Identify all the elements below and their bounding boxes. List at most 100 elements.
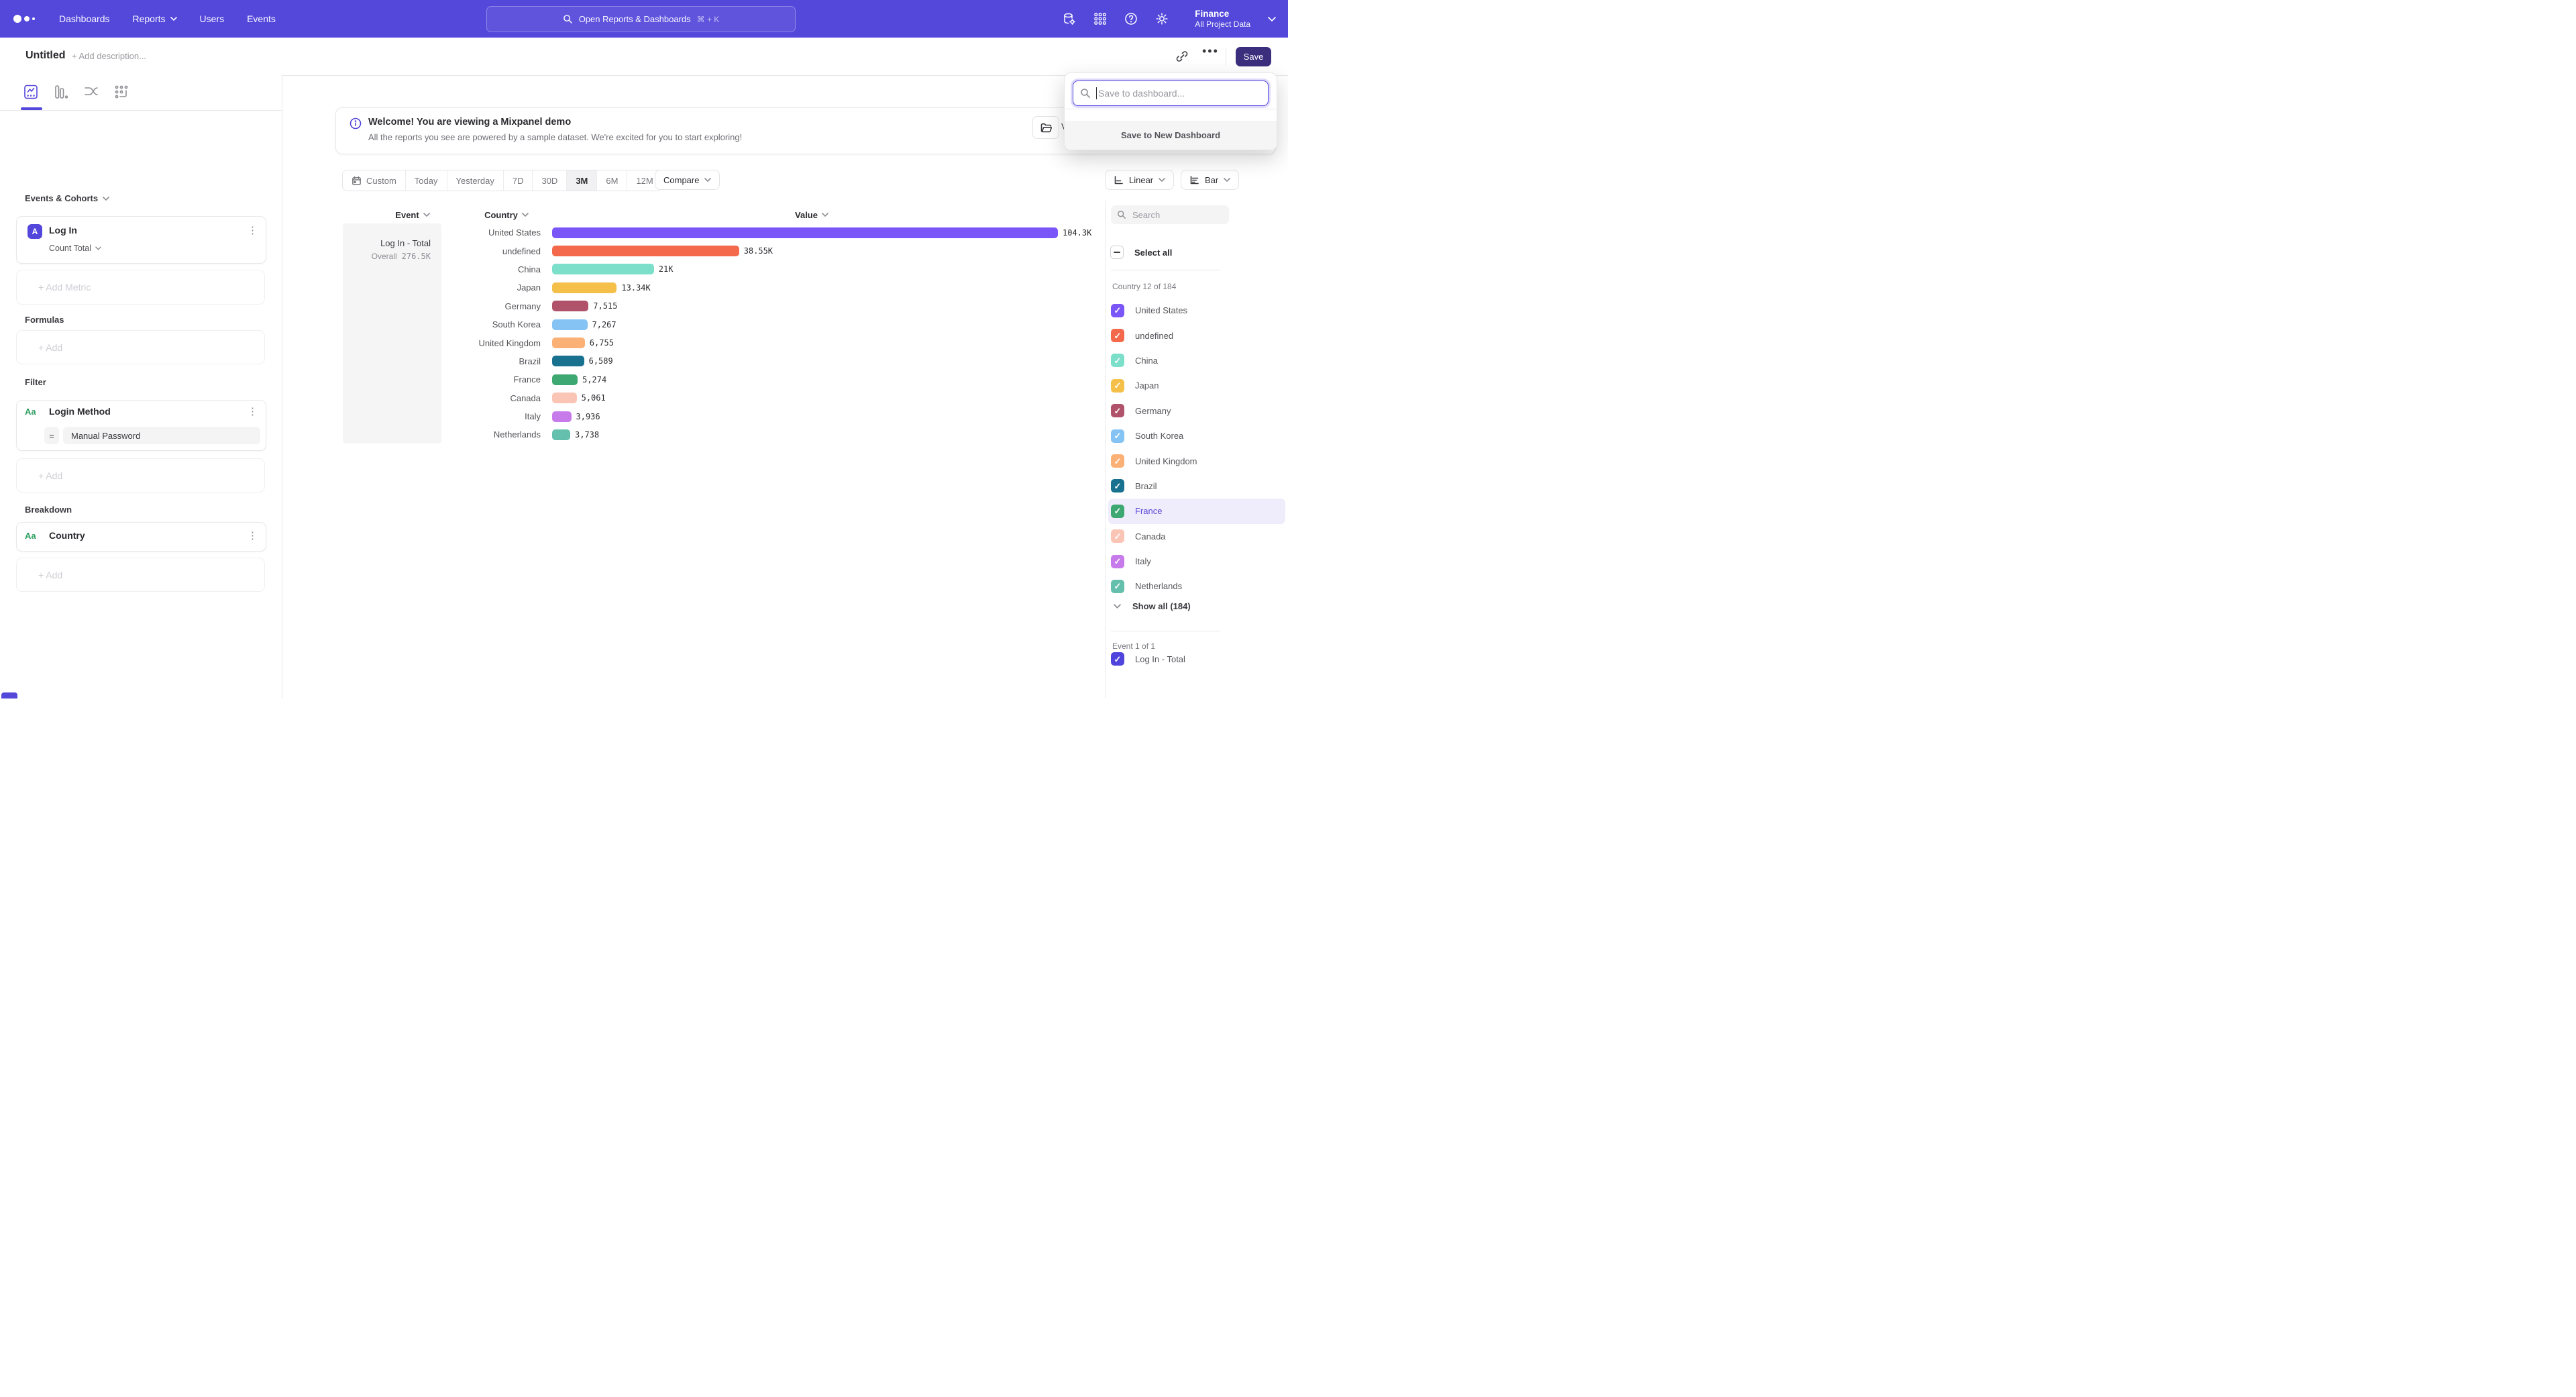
breakdown-card-country[interactable]: Aa Country ⋮	[16, 522, 266, 552]
country-checkbox[interactable]: ✓	[1111, 354, 1124, 367]
nav-item-label: Events	[247, 13, 276, 24]
country-checkbox[interactable]: ✓	[1111, 379, 1124, 393]
event-checkbox[interactable]: ✓	[1111, 652, 1124, 666]
metric-aggregation[interactable]: Count Total	[49, 244, 101, 253]
nav-item-dashboards[interactable]: Dashboards	[59, 13, 110, 24]
country-checkbox[interactable]: ✓	[1111, 329, 1124, 342]
country-legend-label: Netherlands	[1135, 581, 1182, 591]
add-filter-button[interactable]: + Add	[16, 458, 265, 493]
country-checkbox[interactable]: ✓	[1111, 479, 1124, 493]
country-checkbox[interactable]: ✓	[1111, 555, 1124, 568]
date-range-30d[interactable]: 30D	[532, 170, 566, 191]
nav-item-reports[interactable]: Reports	[133, 13, 177, 24]
copy-link-icon[interactable]	[1174, 48, 1190, 64]
project-selector[interactable]: Finance All Project Data	[1195, 8, 1276, 30]
add-metric-button[interactable]: + Add Metric	[16, 270, 265, 305]
bar[interactable]	[552, 246, 739, 256]
add-breakdown-button[interactable]: + Add	[16, 558, 265, 592]
column-header-country[interactable]: Country	[473, 209, 540, 221]
bar[interactable]	[552, 264, 654, 274]
date-range-yesterday[interactable]: Yesterday	[447, 170, 503, 191]
filter-operator-chip[interactable]: =	[44, 427, 59, 444]
country-legend-row[interactable]: ✓Japan	[1108, 373, 1285, 398]
country-checkbox[interactable]: ✓	[1111, 304, 1124, 317]
kebab-menu-icon[interactable]: ⋮	[248, 225, 258, 236]
date-range-today[interactable]: Today	[405, 170, 447, 191]
more-options-icon[interactable]: •••	[1202, 44, 1218, 60]
select-all-checkbox[interactable]	[1110, 246, 1124, 259]
chart-type-label: Bar	[1205, 175, 1218, 185]
bottom-left-widget[interactable]	[1, 692, 17, 698]
dashboard-search-input[interactable]: Save to dashboard...	[1073, 81, 1269, 106]
add-description-field[interactable]: + Add description...	[72, 51, 146, 61]
bar[interactable]	[552, 356, 584, 366]
country-legend-row[interactable]: ✓Italy	[1108, 549, 1285, 574]
bar[interactable]	[552, 429, 570, 440]
chart-type-button[interactable]: Bar	[1181, 170, 1239, 190]
legend-search-input[interactable]	[1111, 205, 1229, 224]
bar[interactable]	[552, 227, 1058, 238]
bar[interactable]	[552, 301, 588, 311]
add-formula-button[interactable]: + Add	[16, 330, 265, 364]
country-legend-row[interactable]: ✓Canada	[1108, 524, 1285, 549]
country-checkbox[interactable]: ✓	[1111, 529, 1124, 543]
bar[interactable]	[552, 338, 585, 348]
country-checkbox[interactable]: ✓	[1111, 580, 1124, 593]
kebab-menu-icon[interactable]: ⋮	[248, 531, 258, 541]
apps-grid-icon[interactable]	[1093, 11, 1108, 26]
data-management-icon[interactable]	[1062, 11, 1077, 26]
nav-item-users[interactable]: Users	[200, 13, 225, 24]
view-dataset-folder-button[interactable]	[1032, 116, 1059, 139]
breakdown-property-name[interactable]: Country	[49, 530, 85, 541]
column-header-value[interactable]: Value	[778, 209, 845, 221]
filter-property-name[interactable]: Login Method	[49, 406, 111, 417]
country-legend-row[interactable]: ✓Germany	[1108, 399, 1285, 423]
show-all-toggle[interactable]: Show all (184)	[1114, 601, 1191, 611]
compare-button[interactable]: Compare	[655, 170, 720, 190]
date-range-6m[interactable]: 6M	[596, 170, 627, 191]
metric-name[interactable]: Log In	[49, 225, 77, 236]
report-title[interactable]: Untitled	[25, 50, 66, 62]
mixpanel-logo-icon[interactable]	[13, 15, 35, 23]
filter-card-login-method[interactable]: Aa Login Method ⋮ = Manual Password	[16, 400, 266, 451]
country-checkbox[interactable]: ✓	[1111, 505, 1124, 518]
country-legend-row[interactable]: ✓France	[1108, 499, 1285, 523]
save-button[interactable]: Save	[1236, 47, 1271, 66]
save-to-new-dashboard-button[interactable]: Save to New Dashboard	[1065, 121, 1277, 150]
country-legend-row[interactable]: ✓China	[1108, 348, 1285, 373]
tab-flows-icon[interactable]	[83, 83, 100, 101]
tab-insights-icon[interactable]	[22, 83, 40, 101]
kebab-menu-icon[interactable]: ⋮	[248, 407, 258, 417]
country-checkbox[interactable]: ✓	[1111, 429, 1124, 443]
bar[interactable]	[552, 411, 572, 422]
column-header-event[interactable]: Event	[379, 209, 446, 221]
country-legend-row[interactable]: ✓ Netherlands	[1108, 574, 1285, 599]
filter-value-chip[interactable]: Manual Password	[63, 427, 260, 444]
select-all-row[interactable]: Select all	[1110, 246, 1172, 259]
chart-scale-button[interactable]: Linear	[1105, 170, 1174, 190]
events-cohorts-header[interactable]: Events & Cohorts	[25, 193, 109, 203]
bar[interactable]	[552, 282, 616, 293]
date-range-7d[interactable]: 7D	[503, 170, 533, 191]
country-checkbox[interactable]: ✓	[1111, 404, 1124, 417]
global-search-button[interactable]: Open Reports & Dashboards ⌘ + K	[486, 6, 796, 32]
nav-item-events[interactable]: Events	[247, 13, 276, 24]
metric-card-log-in[interactable]: A Log In ⋮ Count Total	[16, 216, 266, 264]
country-legend-row[interactable]: ✓undefined	[1108, 323, 1285, 348]
date-range-3m[interactable]: 3M	[566, 170, 596, 191]
tab-funnels-icon[interactable]	[52, 83, 70, 101]
settings-gear-icon[interactable]	[1155, 11, 1169, 26]
country-checkbox[interactable]: ✓	[1111, 454, 1124, 468]
country-legend-row[interactable]: ✓United States	[1108, 298, 1285, 323]
help-icon[interactable]	[1124, 11, 1138, 26]
country-legend-row[interactable]: ✓United Kingdom	[1108, 448, 1285, 473]
chart-row: Germany7,515	[282, 297, 1104, 315]
country-legend-row[interactable]: ✓Brazil	[1108, 474, 1285, 499]
bar[interactable]	[552, 319, 588, 330]
bar[interactable]	[552, 374, 578, 385]
date-range-custom[interactable]: Custom	[343, 170, 405, 191]
country-legend-row[interactable]: ✓South Korea	[1108, 423, 1285, 448]
tab-retention-icon[interactable]	[113, 83, 130, 101]
bar[interactable]	[552, 393, 577, 403]
event-legend-row[interactable]: ✓ Log In - Total	[1111, 652, 1185, 666]
